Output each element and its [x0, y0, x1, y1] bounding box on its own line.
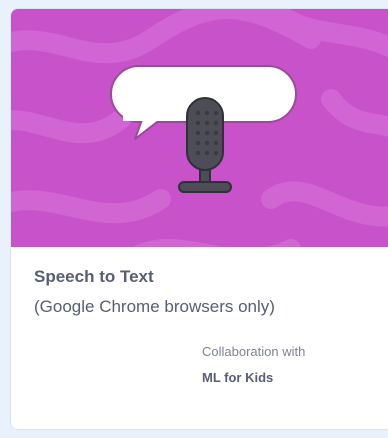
collaborator-name: ML for Kids	[202, 370, 274, 385]
extension-title: Speech to Text	[34, 267, 154, 286]
extension-banner	[11, 9, 388, 247]
microphone-icon	[178, 97, 232, 193]
extension-info: Speech to Text (Google Chrome browsers o…	[11, 247, 388, 429]
speech-bubble-microphone-icon	[110, 65, 297, 193]
collaboration-label: Collaboration with	[202, 344, 306, 359]
extension-description: (Google Chrome browsers only)	[34, 297, 275, 316]
extension-card-speech-to-text[interactable]: Speech to Text (Google Chrome browsers o…	[10, 8, 388, 430]
